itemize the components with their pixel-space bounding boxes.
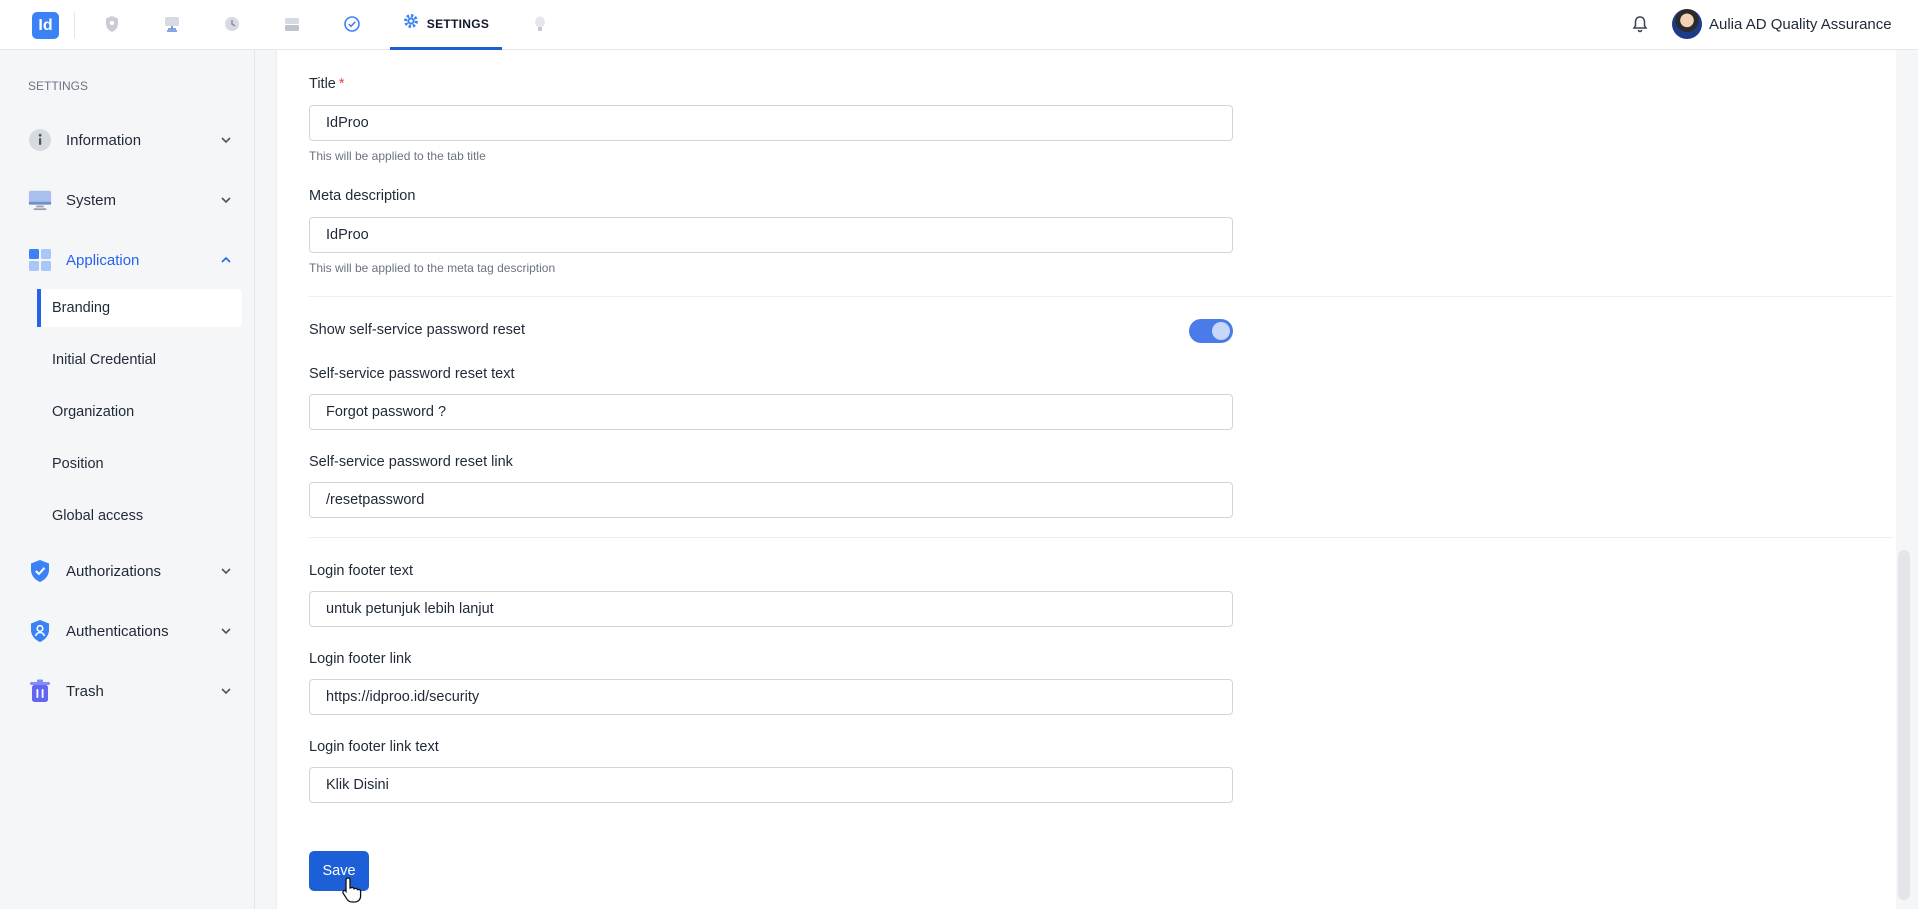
sidebar-subitem-global-access[interactable]: Global access (37, 497, 242, 535)
top-navigation-bar: Id SETTINGS Aulia AD Quality Assurance (0, 0, 1918, 50)
footer-link-text-label: Login footer link text (309, 739, 439, 755)
reset-text-input[interactable] (309, 394, 1233, 430)
sidebar-item-application[interactable]: Application (28, 245, 233, 275)
chevron-down-icon (221, 568, 231, 575)
logo-text: Id (38, 16, 53, 34)
footer-text-input[interactable] (309, 591, 1233, 627)
drive-icon[interactable] (282, 14, 302, 34)
meta-description-label: Meta description (309, 188, 416, 204)
meta-description-input[interactable] (309, 217, 1233, 253)
password-reset-toggle[interactable] (1189, 319, 1233, 343)
shield-icon[interactable] (102, 14, 122, 34)
info-icon (28, 128, 52, 152)
chevron-down-icon (221, 197, 231, 204)
history-icon[interactable] (222, 14, 242, 34)
sidebar-item-authentications[interactable]: Authentications (28, 616, 233, 646)
reset-link-input[interactable] (309, 482, 1233, 518)
sidebar-item-authorizations[interactable]: Authorizations (28, 556, 233, 586)
footer-link-input[interactable] (309, 679, 1233, 715)
shield-check-icon (28, 559, 52, 583)
reset-text-label: Self-service password reset text (309, 366, 515, 382)
tab-settings-label: SETTINGS (426, 16, 490, 31)
app-logo[interactable]: Id (32, 12, 59, 39)
gear-icon (403, 13, 419, 34)
bulb-icon[interactable] (530, 14, 550, 34)
pointer-cursor-icon (340, 876, 364, 904)
footer-link-label: Login footer link (309, 651, 412, 667)
user-name[interactable]: Aulia AD Quality Assurance (1709, 16, 1892, 33)
password-reset-toggle-label: Show self-service password reset (309, 322, 525, 338)
desktop-icon[interactable] (162, 14, 182, 34)
monitor-icon (28, 188, 52, 212)
sidebar-subitem-initial-credential[interactable]: Initial Credential (37, 341, 242, 379)
footer-text-label: Login footer text (309, 563, 413, 579)
scrollbar-thumb[interactable] (1898, 550, 1910, 900)
check-circle-icon[interactable] (342, 14, 362, 34)
title-input[interactable] (309, 105, 1233, 141)
toggle-knob (1212, 322, 1230, 340)
chevron-up-icon (221, 256, 231, 263)
sidebar-item-label: Authorizations (66, 562, 162, 580)
sidebar-subitem-branding[interactable]: Branding (37, 289, 242, 327)
title-help-text: This will be applied to the tab title (309, 149, 486, 163)
meta-description-help-text: This will be applied to the meta tag des… (309, 261, 556, 275)
sidebar-item-trash[interactable]: Trash (28, 676, 233, 706)
avatar[interactable] (1672, 9, 1702, 39)
chevron-down-icon (221, 137, 231, 144)
required-marker: * (338, 76, 345, 92)
reset-link-label: Self-service password reset link (309, 454, 513, 470)
section-divider (309, 537, 1893, 538)
chevron-down-icon (221, 628, 231, 635)
title-label: Title * (309, 76, 345, 92)
section-divider (309, 296, 1893, 297)
sidebar-title: SETTINGS (28, 79, 89, 93)
branding-form-panel: Title* This will be applied to the tab t… (276, 50, 1896, 909)
sidebar-item-information[interactable]: Information (28, 125, 233, 155)
sidebar-item-label: Authentications (66, 622, 169, 640)
footer-link-text-input[interactable] (309, 767, 1233, 803)
tab-settings[interactable]: SETTINGS (390, 0, 502, 50)
logo-divider (74, 12, 75, 38)
grid-icon (28, 248, 52, 272)
sidebar-item-label: Information (66, 131, 142, 149)
sidebar-item-system[interactable]: System (28, 185, 233, 215)
sidebar-subitem-organization[interactable]: Organization (37, 393, 242, 431)
shield-user-icon (28, 619, 52, 643)
bell-icon[interactable] (1630, 14, 1650, 34)
chevron-down-icon (221, 688, 231, 695)
sidebar-item-label: Application (66, 251, 140, 269)
settings-sidebar: SETTINGS Information System Application … (0, 50, 255, 909)
sidebar-subitem-position[interactable]: Position (37, 445, 242, 483)
sidebar-item-label: Trash (66, 682, 104, 700)
title-label-text: Title (309, 76, 336, 92)
trash-icon (28, 679, 52, 703)
sidebar-item-label: System (66, 191, 117, 209)
